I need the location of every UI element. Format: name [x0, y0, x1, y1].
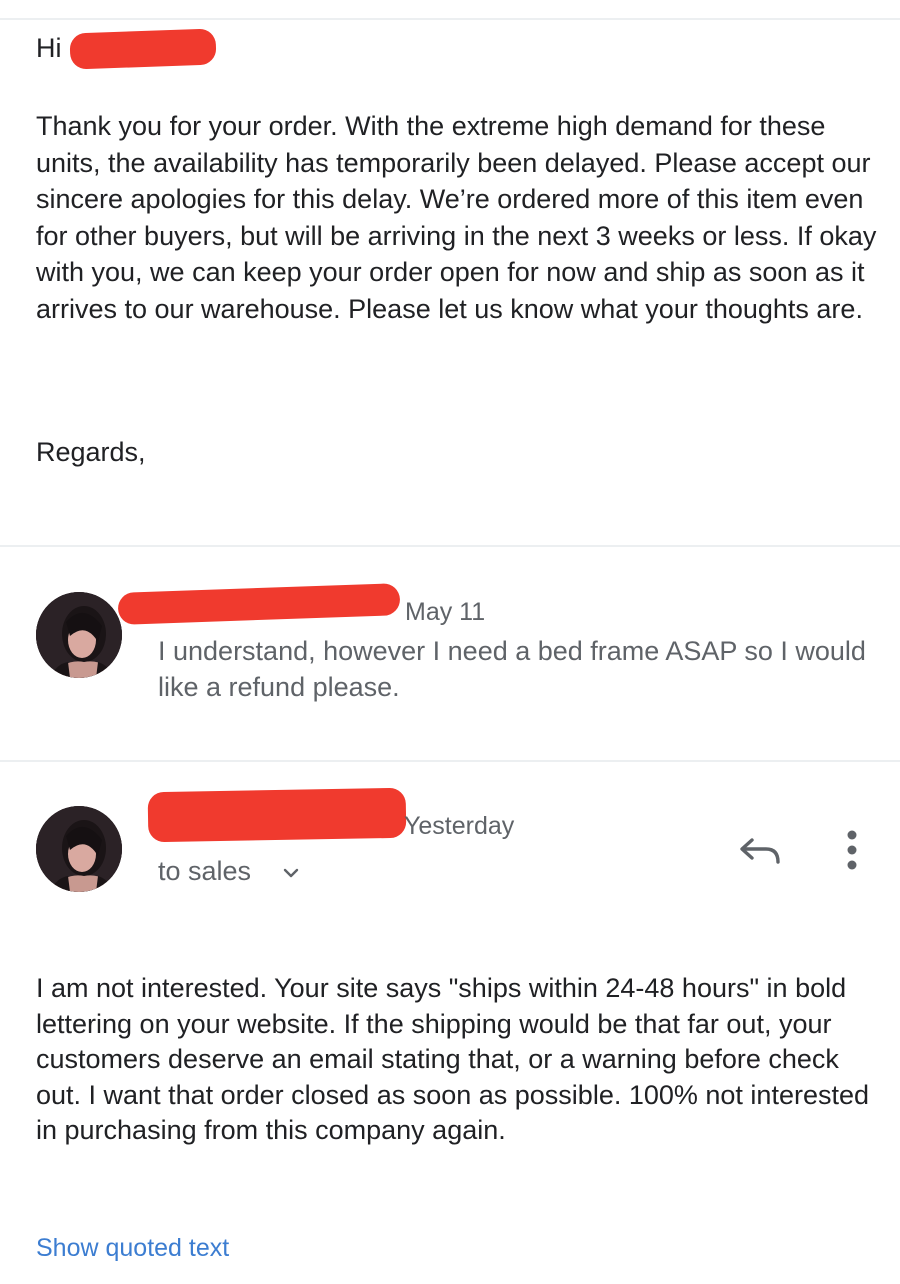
more-vert-icon[interactable]: [836, 828, 868, 872]
avatar-photo: [36, 806, 122, 892]
sender-avatar[interactable]: [36, 592, 122, 678]
message-divider: [0, 545, 900, 547]
recipient-details-toggle[interactable]: to sales: [158, 856, 251, 887]
message-body: I am not interested. Your site says "shi…: [36, 973, 870, 1145]
message-divider: [0, 760, 900, 762]
message-body: Thank you for your order. With the extre…: [36, 111, 877, 324]
signoff: Regards,: [36, 437, 146, 467]
show-quoted-text-link[interactable]: Show quoted text: [36, 1234, 229, 1263]
message-snippet[interactable]: I understand, however I need a bed frame…: [158, 633, 878, 705]
reply-icon[interactable]: [738, 834, 782, 868]
redacted-name: [69, 28, 217, 70]
greeting: Hi: [36, 33, 62, 63]
redacted-sender-name: [147, 787, 407, 843]
redacted-sender-name: [117, 583, 401, 625]
chevron-down-icon[interactable]: [282, 866, 300, 880]
avatar-photo: [36, 592, 122, 678]
sender-avatar[interactable]: [36, 806, 122, 892]
message-date: Yesterday: [404, 812, 515, 840]
top-divider: [0, 18, 900, 20]
message-date: May 11: [405, 598, 486, 626]
